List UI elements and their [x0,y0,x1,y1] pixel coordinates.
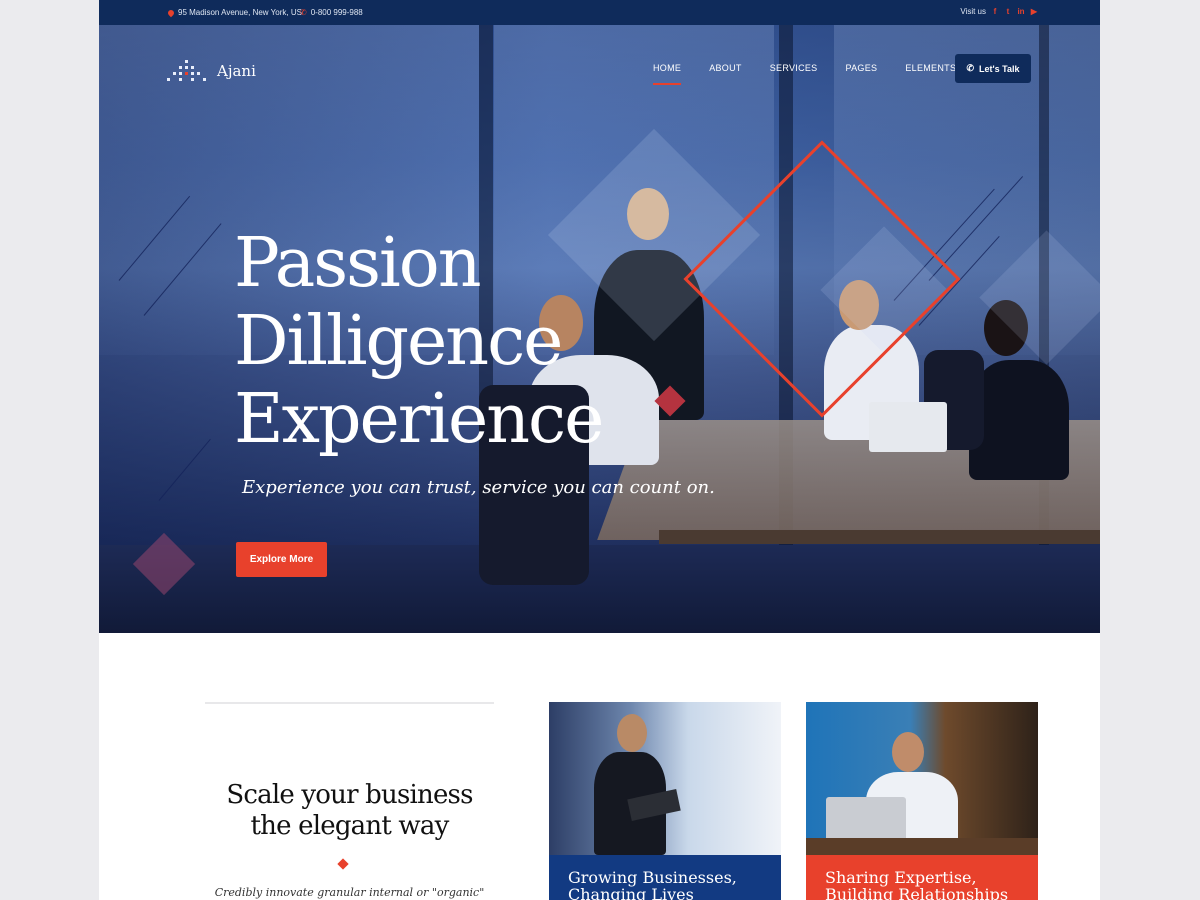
table-edge [659,530,1100,544]
logo-mark-icon [167,58,207,84]
lets-talk-label: Let's Talk [979,63,1020,74]
main-nav: HOME ABOUT SERVICES PAGES ELEMENTS [639,63,970,85]
section-text: Credibly innovate granular internal or "… [214,886,485,900]
nav-about[interactable]: ABOUT [695,63,756,77]
laptop [826,797,906,842]
location-pin-icon [166,8,176,17]
nav-home[interactable]: HOME [639,63,695,85]
headline-line: Experience [234,380,604,459]
explore-more-button[interactable]: Explore More [236,542,327,577]
woman-figure [969,360,1069,480]
phone-icon: ✆ [966,63,975,73]
decorative-line [158,438,211,501]
section-title: Scale your business the elegant way [205,780,494,842]
social-links: Visit us f t in ▶ [960,7,1038,16]
address-text: 95 Madison Avenue, New York, US [178,8,302,17]
visit-us-label: Visit us [960,7,986,16]
title-line: the elegant way [250,811,450,841]
nav-services[interactable]: SERVICES [756,63,832,77]
lets-talk-button[interactable]: ✆ Let's Talk [955,54,1031,83]
twitter-icon[interactable]: t [1004,7,1012,16]
phone[interactable]: ✆ 0-800 999-988 [300,8,363,17]
card-growing-businesses[interactable]: Growing Businesses, Changing Lives [549,702,781,900]
address: 95 Madison Avenue, New York, US [166,8,302,17]
card-caption: Sharing Expertise, Building Relationship… [806,855,1038,900]
headline-line: Passion [234,224,482,303]
man-head [892,732,924,772]
nav-pages[interactable]: PAGES [831,63,891,77]
businessman-head [617,714,647,752]
card-title-line: Sharing Expertise, [825,868,977,887]
card-title-line: Building Relationships [825,885,1009,900]
card-title-line: Changing Lives [568,885,694,900]
youtube-icon[interactable]: ▶ [1030,7,1038,16]
page: 95 Madison Avenue, New York, US ✆ 0-800 … [99,0,1100,900]
phone-icon: ✆ [300,8,307,17]
brand-name: Ajani [217,62,256,80]
top-bar: 95 Madison Avenue, New York, US ✆ 0-800 … [99,0,1100,25]
linkedin-icon[interactable]: in [1017,7,1025,16]
card-sharing-expertise[interactable]: Sharing Expertise, Building Relationship… [806,702,1038,900]
logo[interactable]: Ajani [167,58,256,84]
title-line: Scale your business [226,780,473,810]
desk [806,838,1038,855]
hero-headline: Passion Dilligence Experience [234,224,604,459]
card-photo [806,702,1038,855]
divider [205,702,494,704]
red-diamond-icon [337,858,349,870]
headline-line: Dilligence [234,302,563,381]
card-title-line: Growing Businesses, [568,868,737,887]
facebook-icon[interactable]: f [991,7,999,16]
card-caption: Growing Businesses, Changing Lives [549,855,781,900]
laptop [869,402,947,452]
hero-tagline: Experience you can trust, service you ca… [242,477,715,498]
card-photo [549,702,781,855]
phone-text: 0-800 999-988 [310,8,363,17]
hero-section: Ajani HOME ABOUT SERVICES PAGES ELEMENTS… [99,25,1100,633]
